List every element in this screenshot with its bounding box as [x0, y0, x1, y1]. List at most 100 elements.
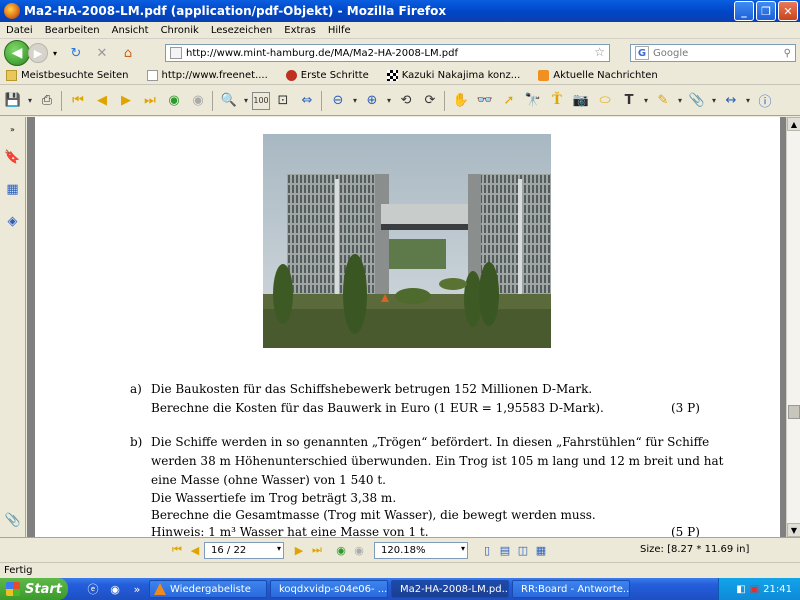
typewriter-dropdown-icon[interactable]: ▾: [642, 90, 650, 112]
layers-panel-icon[interactable]: ◈: [4, 211, 22, 231]
menu-bearbeiten[interactable]: Bearbeiten: [39, 25, 106, 36]
forward-button[interactable]: ▶: [28, 43, 48, 63]
zoom-level-field[interactable]: 120.18% ▾: [374, 541, 468, 559]
scroll-up-icon[interactable]: ▲: [787, 117, 800, 131]
next-page-icon[interactable]: ▶: [115, 90, 137, 112]
checker-icon: [386, 70, 398, 81]
select-arrow-icon[interactable]: ➚: [498, 90, 520, 112]
find-binoculars-icon[interactable]: 🔭: [522, 90, 544, 112]
bookmarks-panel-icon[interactable]: 🔖: [4, 147, 22, 167]
nav-last-page-icon[interactable]: ⏭: [308, 541, 326, 559]
vertical-scrollbar[interactable]: ▲ ▼: [786, 117, 800, 537]
fit-width-icon[interactable]: ⇔: [296, 90, 318, 112]
show-desktop-icon[interactable]: »: [128, 580, 146, 598]
firefox-quicklaunch-icon[interactable]: ◉: [106, 580, 124, 598]
save-dropdown-icon[interactable]: ▾: [26, 90, 34, 112]
zoom-icon[interactable]: 🔍: [218, 90, 240, 112]
task-koqdxvidp[interactable]: koqdxvidp-s04e06- ...: [270, 580, 388, 598]
loupe-icon[interactable]: 👓: [474, 90, 496, 112]
bookmark-freenet[interactable]: http://www.freenet....: [146, 70, 268, 81]
thumbnails-panel-icon[interactable]: ▦: [4, 179, 22, 199]
bookmark-meistbesuchte[interactable]: Meistbesuchte Seiten: [6, 70, 129, 81]
typewriter-icon[interactable]: T: [618, 90, 640, 112]
task-b-line-4: Die Wassertiefe im Trog beträgt 3,38 m.: [151, 491, 397, 505]
search-magnifier-icon[interactable]: ⚲: [784, 48, 791, 59]
home-icon[interactable]: ⌂: [118, 43, 138, 63]
menu-extras[interactable]: Extras: [278, 25, 322, 36]
scroll-thumb[interactable]: [788, 405, 800, 419]
task-firefox-pdf[interactable]: Ma2-HA-2008-LM.pd...: [391, 580, 509, 598]
bookmark-kazuki[interactable]: Kazuki Nakajima konz...: [386, 70, 520, 81]
continuous-page-icon[interactable]: ▤: [496, 541, 514, 559]
nav-forward-view-icon[interactable]: ◉: [350, 541, 368, 559]
actual-size-icon[interactable]: 100: [252, 91, 270, 110]
back-view-icon[interactable]: ◉: [163, 90, 185, 112]
info-icon[interactable]: ⓘ: [754, 90, 776, 112]
rotate-left-icon[interactable]: ⟲: [395, 90, 417, 112]
nav-previous-page-icon[interactable]: ◀: [186, 541, 204, 559]
bookmark-nachrichten[interactable]: Aktuelle Nachrichten: [538, 70, 658, 81]
minimize-button[interactable]: _: [734, 1, 754, 21]
close-button[interactable]: ✕: [778, 1, 798, 21]
menu-chronik[interactable]: Chronik: [155, 25, 205, 36]
zoom-out-dropdown-icon[interactable]: ▾: [351, 90, 359, 112]
attach-icon[interactable]: 📎: [686, 90, 708, 112]
zoom-dropdown-icon[interactable]: ▾: [242, 90, 250, 112]
first-page-icon[interactable]: ⏮: [67, 90, 89, 112]
tray-antivirus-icon[interactable]: ▣: [750, 584, 759, 595]
measure-icon[interactable]: ↔: [720, 90, 742, 112]
text-select-icon[interactable]: Ť: [546, 90, 568, 112]
menu-datei[interactable]: Datei: [0, 25, 39, 36]
attachments-panel-icon[interactable]: 📎: [4, 510, 22, 530]
snapshot-icon[interactable]: 📷: [570, 90, 592, 112]
note-dropdown-icon[interactable]: ▾: [676, 90, 684, 112]
previous-page-icon[interactable]: ◀: [91, 90, 113, 112]
page-dropdown-icon[interactable]: ▾: [277, 544, 281, 553]
bookmark-star-icon[interactable]: ☆: [594, 45, 605, 59]
attach-dropdown-icon[interactable]: ▾: [710, 90, 718, 112]
back-button[interactable]: ◀: [4, 40, 30, 66]
single-page-icon[interactable]: ▯: [478, 541, 496, 559]
forward-view-icon[interactable]: ◉: [187, 90, 209, 112]
last-page-icon[interactable]: ⏭: [139, 90, 161, 112]
menu-hilfe[interactable]: Hilfe: [322, 25, 357, 36]
zoom-out-icon[interactable]: ⊖: [327, 90, 349, 112]
measure-dropdown-icon[interactable]: ▾: [744, 90, 752, 112]
pdf-viewport[interactable]: a) Die Baukosten für das Schiffshebewerk…: [27, 117, 786, 537]
address-bar[interactable]: http://www.mint-hamburg.de/MA/Ma2-HA-200…: [165, 44, 610, 62]
search-bar[interactable]: G Google ⚲: [630, 44, 796, 62]
zoom-dropdown-icon[interactable]: ▾: [461, 544, 465, 553]
rotate-right-icon[interactable]: ⟳: [419, 90, 441, 112]
task-a-line-1: Die Baukosten für das Schiffshebewerk be…: [151, 382, 593, 396]
tray-network-icon[interactable]: ◧: [736, 584, 745, 595]
history-dropdown-icon[interactable]: ▾: [50, 43, 60, 63]
pdf-page: a) Die Baukosten für das Schiffshebewerk…: [35, 117, 780, 537]
nav-next-page-icon[interactable]: ▶: [290, 541, 308, 559]
page-number-field[interactable]: 16 / 22 ▾: [204, 541, 284, 559]
menu-lesezeichen[interactable]: Lesezeichen: [205, 25, 278, 36]
maximize-button[interactable]: ❐: [756, 1, 776, 21]
task-rrboard[interactable]: RR:Board - Antworte...: [512, 580, 630, 598]
save-icon[interactable]: 💾: [2, 90, 24, 112]
nav-back-view-icon[interactable]: ◉: [332, 541, 350, 559]
google-icon[interactable]: G: [635, 46, 649, 60]
reload-icon[interactable]: ↻: [66, 43, 86, 63]
stop-icon[interactable]: ✕: [92, 43, 112, 63]
print-icon[interactable]: ⎙: [36, 90, 58, 112]
bookmark-erste-schritte[interactable]: Erste Schritte: [285, 70, 369, 81]
fit-page-icon[interactable]: ⊡: [272, 90, 294, 112]
hand-tool-icon[interactable]: ✋: [450, 90, 472, 112]
start-button[interactable]: Start: [0, 578, 68, 600]
zoom-in-icon[interactable]: ⊕: [361, 90, 383, 112]
facing-pages-icon[interactable]: ◫: [514, 541, 532, 559]
scroll-down-icon[interactable]: ▼: [787, 523, 800, 537]
sidebar-collapse-icon[interactable]: »: [4, 119, 22, 139]
ie-quicklaunch-icon[interactable]: ⓔ: [84, 580, 102, 598]
menu-ansicht[interactable]: Ansicht: [106, 25, 155, 36]
stamp-icon[interactable]: ⬭: [594, 90, 616, 112]
task-wiedergabeliste[interactable]: Wiedergabeliste: [149, 580, 267, 598]
nav-first-page-icon[interactable]: ⏮: [168, 541, 186, 559]
note-icon[interactable]: ✎: [652, 90, 674, 112]
zoom-in-dropdown-icon[interactable]: ▾: [385, 90, 393, 112]
continuous-facing-icon[interactable]: ▦: [532, 541, 550, 559]
